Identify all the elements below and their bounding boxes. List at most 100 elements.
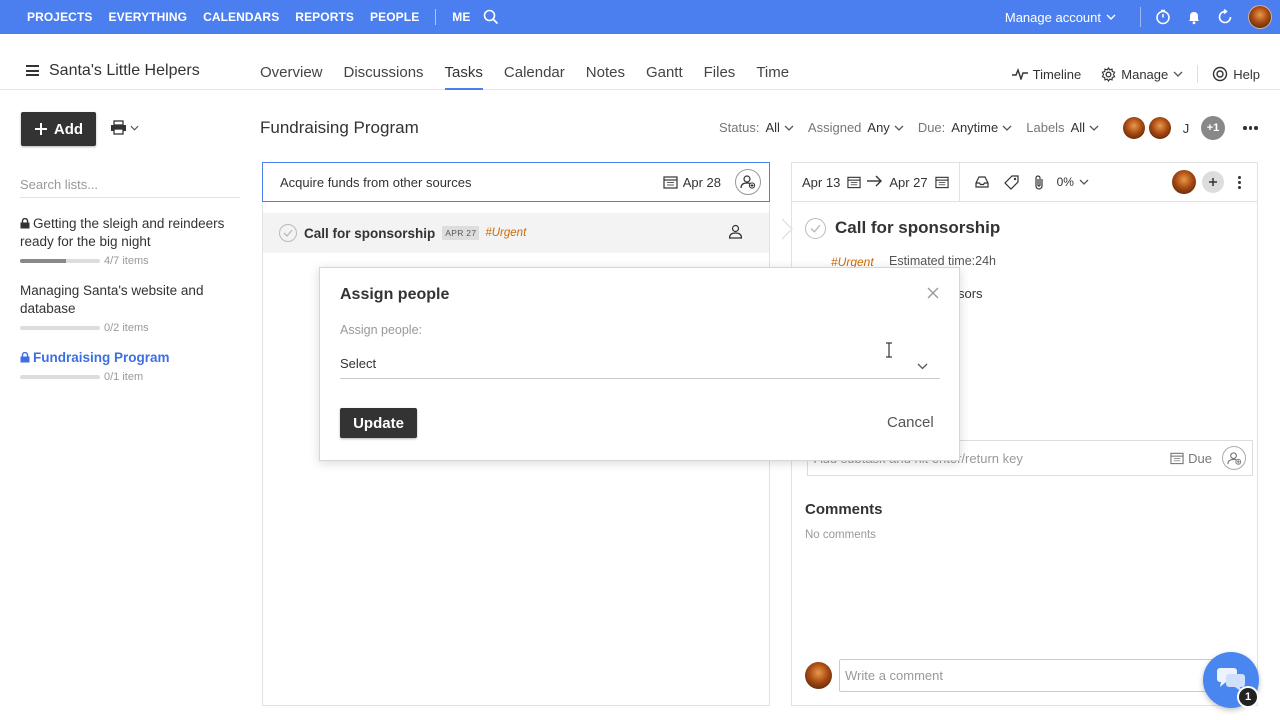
assign-person-icon[interactable] xyxy=(1222,446,1246,470)
chevron-down-icon xyxy=(1089,125,1099,131)
assign-people-label: Assign people: xyxy=(340,323,423,337)
list-item-count: 0/1 item xyxy=(104,371,144,383)
start-date[interactable]: Apr 13 xyxy=(802,175,861,190)
assigned-filter[interactable]: Any xyxy=(867,120,904,135)
tab-calendar[interactable]: Calendar xyxy=(504,64,565,90)
status-filter[interactable]: All xyxy=(765,120,794,135)
project-title[interactable]: Santa's Little Helpers xyxy=(49,62,200,80)
paperclip-icon[interactable] xyxy=(1033,174,1045,190)
due-filter[interactable]: Anytime xyxy=(951,120,1012,135)
tab-notes[interactable]: Notes xyxy=(586,64,625,90)
person-icon[interactable] xyxy=(728,224,743,242)
chevron-down-icon xyxy=(1079,179,1089,185)
tag-icon[interactable] xyxy=(1003,174,1019,190)
labels-filter[interactable]: All xyxy=(1071,120,1099,135)
list-title[interactable]: Fundraising Program xyxy=(260,118,419,138)
nav-calendars[interactable]: CALENDARS xyxy=(203,10,279,24)
manage-button[interactable]: Manage xyxy=(1101,66,1183,82)
avatar[interactable] xyxy=(1149,117,1171,139)
task-name[interactable]: Call for sponsorship xyxy=(304,226,435,241)
user-avatar[interactable] xyxy=(1248,5,1272,29)
kebab-menu-icon[interactable] xyxy=(1238,175,1241,189)
more-options-icon[interactable] xyxy=(1243,126,1258,130)
end-date-value: Apr 27 xyxy=(889,174,928,190)
help-label: Help xyxy=(1233,66,1260,82)
calendar-icon xyxy=(663,176,678,189)
timeline-button[interactable]: Timeline xyxy=(1011,67,1081,82)
task-detail-title[interactable]: Call for sponsorship xyxy=(835,218,1000,238)
list-progress: 0/2 items xyxy=(20,322,230,334)
new-task-text[interactable]: Acquire funds from other sources xyxy=(280,175,663,190)
tab-discussions[interactable]: Discussions xyxy=(344,64,424,90)
add-assignee-button[interactable] xyxy=(1202,171,1224,193)
sidebar-list-item[interactable]: Getting the sleigh and reindeers ready f… xyxy=(20,215,230,267)
printer-icon xyxy=(111,120,126,135)
tab-files[interactable]: Files xyxy=(704,64,736,90)
search-icon[interactable] xyxy=(483,9,499,25)
task-label[interactable]: #Urgent xyxy=(485,227,526,239)
cancel-button[interactable]: Cancel xyxy=(887,414,934,431)
list-people: J +1 xyxy=(1123,116,1225,140)
sidebar-list-item-active[interactable]: Fundraising Program 0/1 item xyxy=(20,349,230,383)
manage-account-menu[interactable]: Manage account xyxy=(1005,10,1116,25)
nav-projects[interactable]: PROJECTS xyxy=(27,10,92,24)
nav-everything[interactable]: EVERYTHING xyxy=(108,10,187,24)
updates-icon[interactable] xyxy=(1217,9,1233,25)
progress-bar xyxy=(20,259,100,263)
lock-icon xyxy=(20,352,30,363)
top-nav: PROJECTS EVERYTHING CALENDARS REPORTS PE… xyxy=(0,0,1280,34)
search-lists-input[interactable] xyxy=(20,172,240,198)
chevron-down-icon xyxy=(1173,71,1183,77)
sidebar-list-item[interactable]: Managing Santa's website and database 0/… xyxy=(20,282,230,334)
progress-dropdown[interactable]: 0% xyxy=(1057,175,1089,189)
alarm-icon[interactable] xyxy=(974,174,990,190)
task-row[interactable]: Call for sponsorship APR 27 #Urgent xyxy=(263,213,769,253)
assignee-avatar[interactable] xyxy=(1172,170,1196,194)
task-complete-checkbox[interactable] xyxy=(805,218,826,239)
more-people-badge[interactable]: +1 xyxy=(1201,116,1225,140)
avatar-initial[interactable]: J xyxy=(1175,117,1197,139)
tab-tasks[interactable]: Tasks xyxy=(444,64,483,90)
list-title-text: Fundraising Program xyxy=(33,350,170,365)
close-icon[interactable] xyxy=(926,286,940,300)
assign-people-select[interactable]: Select xyxy=(340,348,940,379)
tab-gantt[interactable]: Gantt xyxy=(646,64,683,90)
estimated-time[interactable]: Estimated time:24h xyxy=(889,254,996,268)
list-title-text: Managing Santa's website and database xyxy=(20,283,204,316)
task-description[interactable]: sors xyxy=(958,286,983,301)
toolbar-divider xyxy=(958,162,960,202)
list-item-title: Getting the sleigh and reindeers ready f… xyxy=(20,215,230,251)
assign-person-icon[interactable] xyxy=(735,169,761,195)
select-value: Select xyxy=(340,355,377,371)
nav-reports[interactable]: REPORTS xyxy=(295,10,354,24)
list-title-text: Getting the sleigh and reindeers ready f… xyxy=(20,216,225,249)
task-complete-checkbox[interactable] xyxy=(279,224,297,242)
nav-me[interactable]: ME xyxy=(452,10,470,24)
help-button[interactable]: Help xyxy=(1212,66,1260,82)
status-filter-value: All xyxy=(765,120,780,135)
tab-overview[interactable]: Overview xyxy=(260,64,323,90)
bell-icon[interactable] xyxy=(1186,9,1202,25)
new-task-row[interactable]: Acquire funds from other sources Apr 28 xyxy=(262,162,770,202)
print-button[interactable] xyxy=(110,120,139,135)
hamburger-icon[interactable] xyxy=(26,65,39,76)
labels-filter-value: All xyxy=(1070,120,1086,135)
comment-input[interactable]: Write a comment xyxy=(839,659,1249,692)
tab-time[interactable]: Time xyxy=(756,64,789,90)
add-button[interactable]: Add xyxy=(21,112,96,146)
new-task-due[interactable]: Apr 28 xyxy=(663,175,721,190)
task-detail-toolbar: Apr 13 Apr 27 0% xyxy=(791,162,1258,202)
assigned-filter-value: Any xyxy=(867,120,890,135)
chevron-down-icon xyxy=(130,125,139,131)
update-button[interactable]: Update xyxy=(340,408,417,438)
end-date[interactable]: Apr 27 xyxy=(889,174,949,190)
manage-account-label: Manage account xyxy=(1004,9,1101,25)
progress-bar xyxy=(20,375,100,379)
chevron-down-icon xyxy=(1002,125,1012,131)
avatar[interactable] xyxy=(1123,117,1145,139)
timer-icon[interactable] xyxy=(1155,9,1171,25)
plus-icon xyxy=(1209,178,1217,186)
nav-people[interactable]: PEOPLE xyxy=(370,10,419,24)
arrow-right-icon xyxy=(867,175,883,190)
subtask-due[interactable]: Due xyxy=(1170,451,1212,466)
